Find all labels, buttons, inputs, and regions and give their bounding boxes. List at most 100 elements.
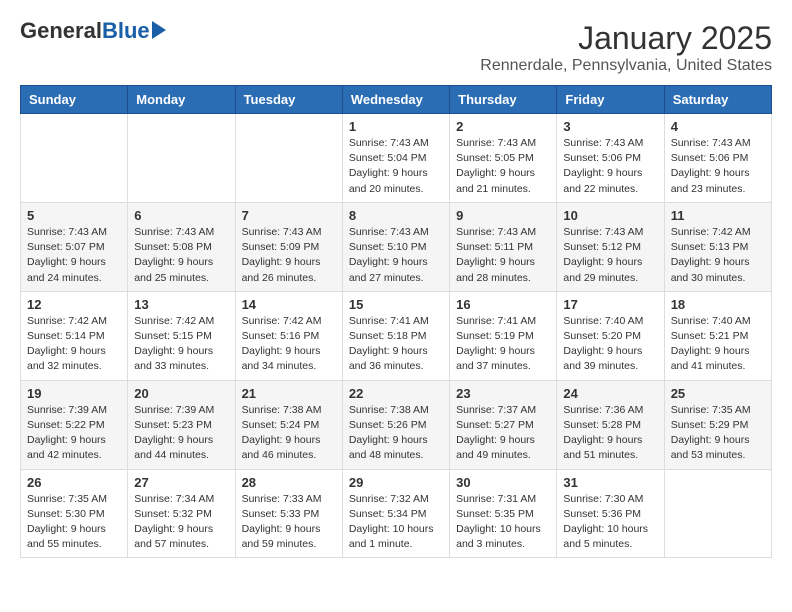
day-number: 20	[134, 386, 228, 401]
calendar-cell: 30Sunrise: 7:31 AM Sunset: 5:35 PM Dayli…	[450, 469, 557, 558]
calendar-cell: 19 Sunrise: 7:39 AM Sunset: 5:22 PM Dayli…	[21, 380, 128, 469]
day-info: Sunrise: 7:39 AM Sunset: 5:22 PM Dayligh…	[27, 403, 121, 464]
calendar-cell: 5 Sunrise: 7:43 AM Sunset: 5:07 PM Daylig…	[21, 202, 128, 291]
calendar-cell: 28Sunrise: 7:33 AM Sunset: 5:33 PM Dayli…	[235, 469, 342, 558]
day-number: 23	[456, 386, 550, 401]
day-number: 22	[349, 386, 443, 401]
title-block: January 2025 Rennerdale, Pennsylvania, U…	[480, 20, 772, 75]
day-number: 16	[456, 297, 550, 312]
page-subtitle: Rennerdale, Pennsylvania, United States	[480, 57, 772, 75]
calendar-cell: 7Sunrise: 7:43 AM Sunset: 5:09 PM Daylig…	[235, 202, 342, 291]
day-number: 8	[349, 208, 443, 223]
day-number: 5	[27, 208, 121, 223]
calendar-cell: 29 Sunrise: 7:32 AM Sunset: 5:34 PM Dayli…	[342, 469, 449, 558]
day-info: Sunrise: 7:38 AM Sunset: 5:24 PM Dayligh…	[242, 403, 336, 464]
calendar-week-row: 12 Sunrise: 7:42 AM Sunset: 5:14 PM Dayli…	[21, 291, 772, 380]
calendar-cell: 15 Sunrise: 7:41 AM Sunset: 5:18 PM Dayli…	[342, 291, 449, 380]
day-number: 24	[563, 386, 657, 401]
day-info: Sunrise: 7:43 AM Sunset: 5:12 PM Dayligh…	[563, 225, 657, 286]
day-info: Sunrise: 7:42 AM Sunset: 5:14 PM Dayligh…	[27, 314, 121, 375]
day-number: 29	[349, 475, 443, 490]
day-info: Sunrise: 7:42 AM Sunset: 5:15 PM Dayligh…	[134, 314, 228, 375]
calendar-week-row: 1Sunrise: 7:43 AM Sunset: 5:04 PM Daylig…	[21, 114, 772, 203]
day-number: 11	[671, 208, 765, 223]
day-number: 1	[349, 119, 443, 134]
calendar-cell: 12 Sunrise: 7:42 AM Sunset: 5:14 PM Dayli…	[21, 291, 128, 380]
day-info: Sunrise: 7:39 AM Sunset: 5:23 PM Dayligh…	[134, 403, 228, 464]
day-number: 31	[563, 475, 657, 490]
day-number: 14	[242, 297, 336, 312]
calendar-cell	[128, 114, 235, 203]
calendar-cell: 21 Sunrise: 7:38 AM Sunset: 5:24 PM Dayli…	[235, 380, 342, 469]
day-info: Sunrise: 7:35 AM Sunset: 5:29 PM Dayligh…	[671, 403, 765, 464]
calendar-cell: 23Sunrise: 7:37 AM Sunset: 5:27 PM Dayli…	[450, 380, 557, 469]
calendar-cell: 14 Sunrise: 7:42 AM Sunset: 5:16 PM Dayli…	[235, 291, 342, 380]
calendar-cell: 22 Sunrise: 7:38 AM Sunset: 5:26 PM Dayli…	[342, 380, 449, 469]
page-header: GeneralBlue January 2025 Rennerdale, Pen…	[20, 20, 772, 75]
day-info: Sunrise: 7:34 AM Sunset: 5:32 PM Dayligh…	[134, 492, 228, 553]
day-number: 9	[456, 208, 550, 223]
weekday-header-thursday: Thursday	[450, 86, 557, 114]
calendar-cell: 11Sunrise: 7:42 AM Sunset: 5:13 PM Dayli…	[664, 202, 771, 291]
day-number: 25	[671, 386, 765, 401]
calendar-cell: 16 Sunrise: 7:41 AM Sunset: 5:19 PM Dayli…	[450, 291, 557, 380]
calendar-cell	[664, 469, 771, 558]
calendar-cell: 4 Sunrise: 7:43 AM Sunset: 5:06 PM Daylig…	[664, 114, 771, 203]
calendar-cell: 18Sunrise: 7:40 AM Sunset: 5:21 PM Dayli…	[664, 291, 771, 380]
day-number: 12	[27, 297, 121, 312]
day-info: Sunrise: 7:33 AM Sunset: 5:33 PM Dayligh…	[242, 492, 336, 553]
day-number: 10	[563, 208, 657, 223]
day-number: 26	[27, 475, 121, 490]
calendar-cell: 26 Sunrise: 7:35 AM Sunset: 5:30 PM Dayli…	[21, 469, 128, 558]
logo-general: General	[20, 18, 102, 43]
logo-text: GeneralBlue	[20, 20, 150, 42]
day-number: 15	[349, 297, 443, 312]
day-info: Sunrise: 7:40 AM Sunset: 5:20 PM Dayligh…	[563, 314, 657, 375]
day-info: Sunrise: 7:41 AM Sunset: 5:18 PM Dayligh…	[349, 314, 443, 375]
day-info: Sunrise: 7:32 AM Sunset: 5:34 PM Dayligh…	[349, 492, 443, 553]
day-number: 18	[671, 297, 765, 312]
calendar-cell: 13 Sunrise: 7:42 AM Sunset: 5:15 PM Dayli…	[128, 291, 235, 380]
weekday-header-monday: Monday	[128, 86, 235, 114]
day-info: Sunrise: 7:42 AM Sunset: 5:16 PM Dayligh…	[242, 314, 336, 375]
calendar-cell: 27Sunrise: 7:34 AM Sunset: 5:32 PM Dayli…	[128, 469, 235, 558]
calendar-body: 1Sunrise: 7:43 AM Sunset: 5:04 PM Daylig…	[21, 114, 772, 558]
day-number: 13	[134, 297, 228, 312]
day-info: Sunrise: 7:43 AM Sunset: 5:06 PM Dayligh…	[671, 136, 765, 197]
day-info: Sunrise: 7:43 AM Sunset: 5:07 PM Dayligh…	[27, 225, 121, 286]
day-info: Sunrise: 7:35 AM Sunset: 5:30 PM Dayligh…	[27, 492, 121, 553]
day-info: Sunrise: 7:43 AM Sunset: 5:11 PM Dayligh…	[456, 225, 550, 286]
day-number: 6	[134, 208, 228, 223]
calendar-cell: 24 Sunrise: 7:36 AM Sunset: 5:28 PM Dayli…	[557, 380, 664, 469]
calendar-cell: 25 Sunrise: 7:35 AM Sunset: 5:29 PM Dayli…	[664, 380, 771, 469]
logo: GeneralBlue	[20, 20, 166, 42]
day-number: 17	[563, 297, 657, 312]
day-number: 21	[242, 386, 336, 401]
calendar-cell	[21, 114, 128, 203]
logo-blue: Blue	[102, 18, 150, 43]
calendar-cell: 10 Sunrise: 7:43 AM Sunset: 5:12 PM Dayli…	[557, 202, 664, 291]
weekday-header-friday: Friday	[557, 86, 664, 114]
weekday-header-wednesday: Wednesday	[342, 86, 449, 114]
day-number: 19	[27, 386, 121, 401]
day-number: 3	[563, 119, 657, 134]
logo-arrow-icon	[152, 21, 166, 39]
day-info: Sunrise: 7:36 AM Sunset: 5:28 PM Dayligh…	[563, 403, 657, 464]
day-info: Sunrise: 7:43 AM Sunset: 5:06 PM Dayligh…	[563, 136, 657, 197]
day-number: 2	[456, 119, 550, 134]
day-number: 4	[671, 119, 765, 134]
calendar-cell: 8 Sunrise: 7:43 AM Sunset: 5:10 PM Daylig…	[342, 202, 449, 291]
day-info: Sunrise: 7:41 AM Sunset: 5:19 PM Dayligh…	[456, 314, 550, 375]
calendar-table: SundayMondayTuesdayWednesdayThursdayFrid…	[20, 85, 772, 558]
weekday-header-sunday: Sunday	[21, 86, 128, 114]
day-info: Sunrise: 7:31 AM Sunset: 5:35 PM Dayligh…	[456, 492, 550, 553]
weekday-header-row: SundayMondayTuesdayWednesdayThursdayFrid…	[21, 86, 772, 114]
day-info: Sunrise: 7:38 AM Sunset: 5:26 PM Dayligh…	[349, 403, 443, 464]
calendar-cell: 31Sunrise: 7:30 AM Sunset: 5:36 PM Dayli…	[557, 469, 664, 558]
page-title: January 2025	[480, 20, 772, 57]
day-info: Sunrise: 7:43 AM Sunset: 5:08 PM Dayligh…	[134, 225, 228, 286]
calendar-cell: 17 Sunrise: 7:40 AM Sunset: 5:20 PM Dayli…	[557, 291, 664, 380]
day-info: Sunrise: 7:43 AM Sunset: 5:10 PM Dayligh…	[349, 225, 443, 286]
calendar-week-row: 19 Sunrise: 7:39 AM Sunset: 5:22 PM Dayli…	[21, 380, 772, 469]
calendar-cell: 9 Sunrise: 7:43 AM Sunset: 5:11 PM Daylig…	[450, 202, 557, 291]
